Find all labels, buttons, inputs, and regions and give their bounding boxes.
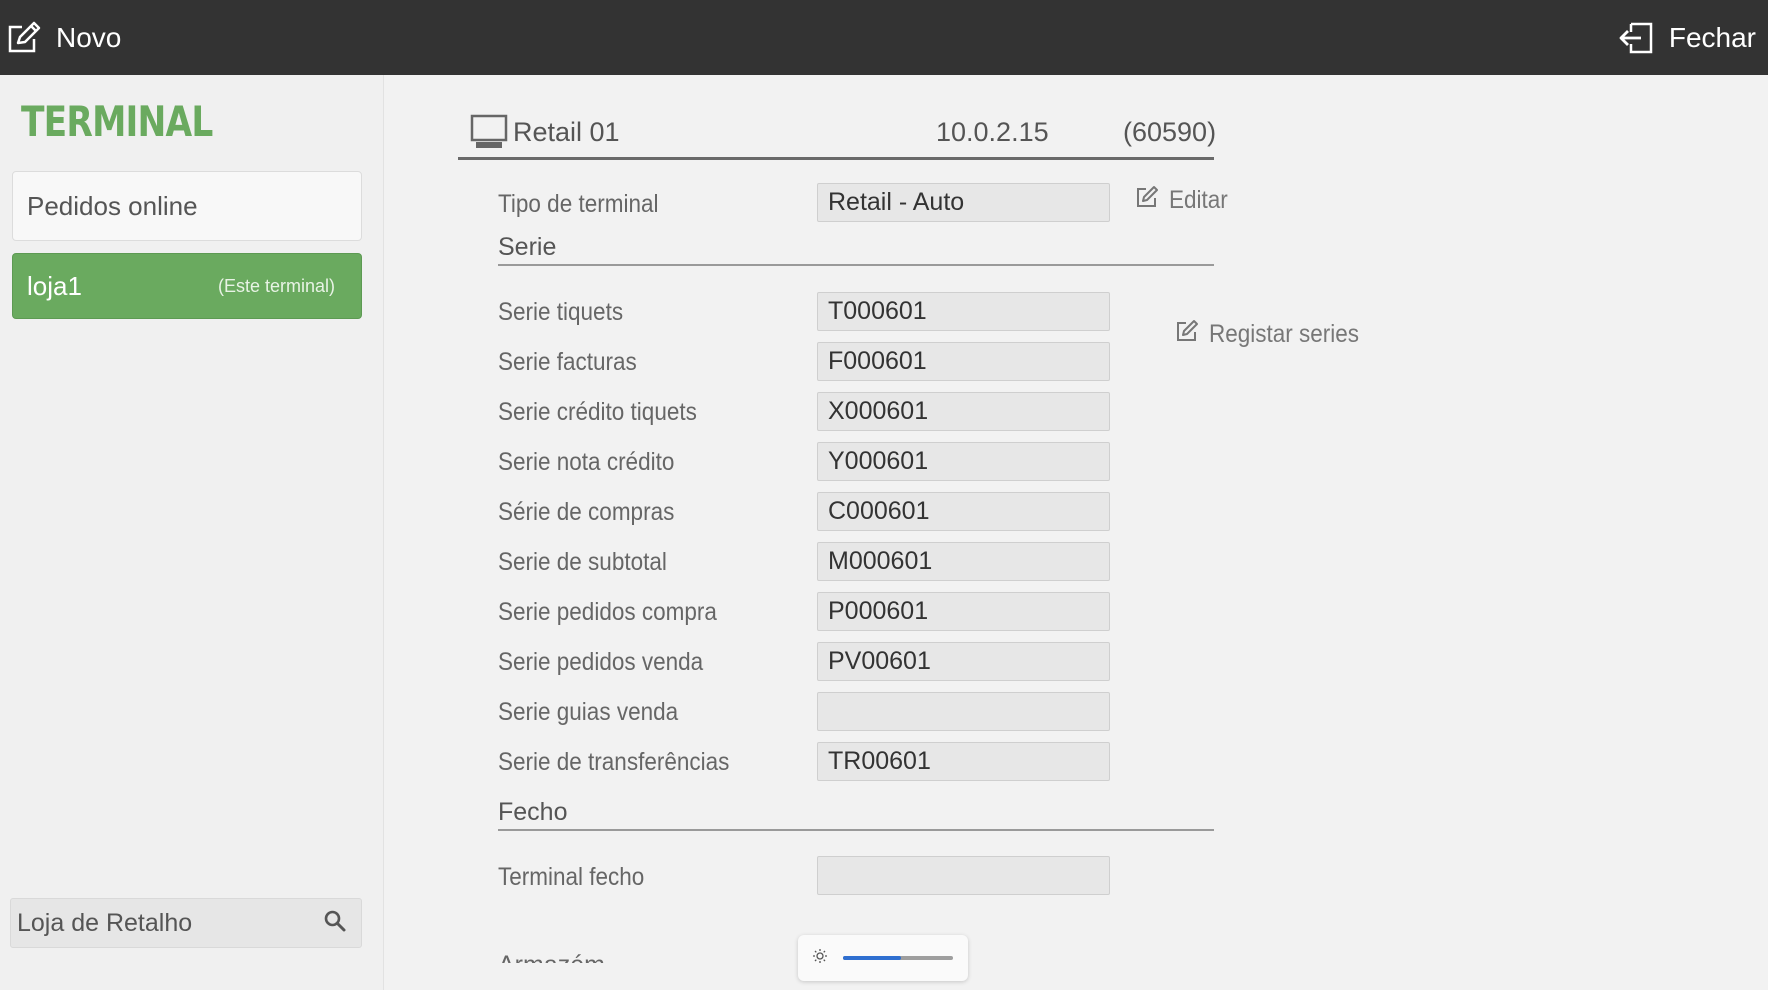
edit-terminal-type-button[interactable]: Editar: [1135, 185, 1234, 216]
top-bar: Novo Fechar: [0, 0, 1768, 75]
sidebar-title: TERMINAL: [21, 97, 213, 146]
store-search-input[interactable]: [17, 908, 307, 938]
brightness-slider[interactable]: [843, 956, 953, 960]
terminal-type-field[interactable]: Retail - Auto: [817, 183, 1110, 222]
terminal-ip: 10.0.2.15: [936, 117, 1049, 147]
serie-transferencias-field[interactable]: TR00601: [817, 742, 1110, 781]
register-series-button[interactable]: Registar series: [1175, 319, 1376, 350]
terminal-fecho-label: Terminal fecho: [498, 863, 645, 891]
serie-field-label: Serie crédito tiquets: [498, 398, 697, 426]
serie-field-label: Serie nota crédito: [498, 448, 675, 476]
sidebar-item-label: loja1: [27, 270, 82, 301]
exit-icon: [1617, 20, 1655, 56]
search-icon[interactable]: [323, 909, 347, 938]
serie-pedidos-compra-field[interactable]: P000601: [817, 592, 1110, 631]
serie-pedidos-venda-field[interactable]: PV00601: [817, 642, 1110, 681]
serie-field-label: Serie facturas: [498, 348, 637, 376]
sidebar-item-label: Pedidos online: [27, 190, 198, 221]
sidebar-item-loja1[interactable]: loja1 (Este terminal): [12, 253, 362, 319]
serie-guias-venda-field[interactable]: [817, 692, 1110, 731]
edit-icon: [1175, 319, 1199, 350]
brightness-icon: [812, 948, 828, 969]
serie-field-label: Serie pedidos venda: [498, 648, 704, 676]
serie-facturas-field[interactable]: F000601: [817, 342, 1110, 381]
monitor-icon: [470, 113, 508, 156]
terminal-header: Retail 01 10.0.2.15 (60590): [458, 103, 1217, 160]
edit-icon: [6, 21, 42, 55]
fecho-section-title: Fecho: [498, 798, 1214, 831]
serie-tiquets-field[interactable]: T000601: [817, 292, 1110, 331]
serie-field-label: Serie de subtotal: [498, 548, 667, 576]
serie-subtotal-field[interactable]: M000601: [817, 542, 1110, 581]
terminal-type-label: Tipo de terminal: [498, 190, 659, 218]
terminal-name: Retail 01: [513, 117, 620, 147]
serie-section-title: Serie: [498, 233, 1214, 266]
serie-field-label: Serie tiquets: [498, 298, 624, 326]
serie-credito-tiquets-field[interactable]: X000601: [817, 392, 1110, 431]
brightness-control: [798, 935, 968, 981]
register-series-label: Registar series: [1209, 320, 1360, 348]
close-label: Fechar: [1668, 21, 1756, 53]
serie-field-label: Serie pedidos compra: [498, 598, 717, 626]
store-search: [10, 898, 362, 948]
serie-field-label: Serie de transferências: [498, 748, 730, 776]
serie-compras-field[interactable]: C000601: [817, 492, 1110, 531]
serie-field-label: Série de compras: [498, 498, 675, 526]
edit-icon: [1135, 185, 1159, 216]
terminal-fecho-field[interactable]: [817, 856, 1110, 895]
sidebar-item-sublabel: (Este terminal): [217, 275, 335, 296]
serie-nota-credito-field[interactable]: Y000601: [817, 442, 1110, 481]
edit-label: Editar: [1169, 186, 1228, 214]
new-label: Novo: [56, 21, 122, 53]
terminal-detail: Retail 01 10.0.2.15 (60590) Tipo de term…: [385, 75, 1768, 990]
sidebar-item-pedidos-online[interactable]: Pedidos online: [12, 171, 362, 241]
close-button[interactable]: Fechar: [1617, 0, 1756, 75]
terminal-port: (60590): [1123, 117, 1217, 147]
armazem-section-title: Armazém: [498, 943, 605, 963]
brightness-slider-fill: [843, 956, 902, 960]
new-button[interactable]: Novo: [6, 0, 121, 75]
serie-field-label: Serie guias venda: [498, 698, 679, 726]
sidebar: TERMINAL Pedidos online loja1 (Este term…: [0, 75, 384, 990]
